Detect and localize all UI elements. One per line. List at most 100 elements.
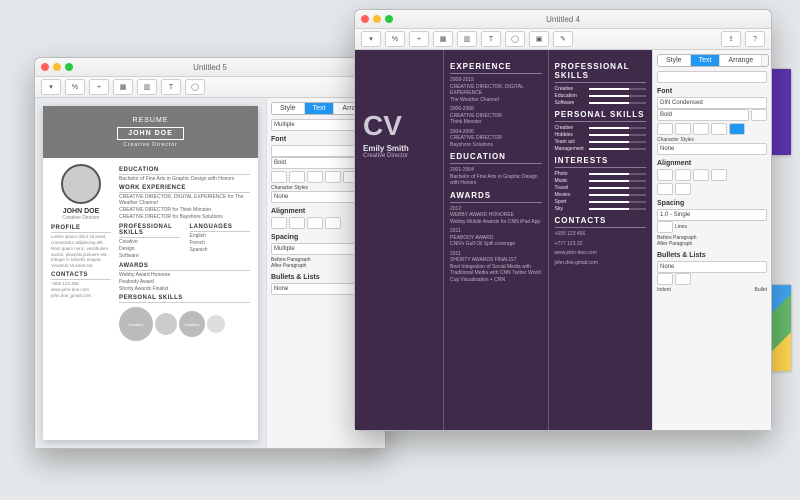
skill-bar xyxy=(589,148,647,150)
strike-button[interactable] xyxy=(711,123,727,135)
text-button[interactable]: T xyxy=(161,79,181,95)
languages-heading: LANGUAGES xyxy=(190,224,251,232)
exp-dates: 2006-2008 xyxy=(450,106,474,112)
skill-bar xyxy=(589,88,647,90)
interest-name: Travel xyxy=(555,185,585,191)
media-button[interactable]: ▣ xyxy=(529,31,549,47)
education-heading: EDUCATION xyxy=(119,167,250,175)
window-title: Untitled 4 xyxy=(546,15,580,24)
skill-bar xyxy=(589,187,647,189)
italic-button[interactable] xyxy=(289,171,305,183)
insert-button[interactable]: + xyxy=(89,79,109,95)
bold-button[interactable] xyxy=(271,171,287,183)
exp-where: Think Monster xyxy=(450,119,482,125)
view-button[interactable]: ▾ xyxy=(361,31,381,47)
award-title: PEABODY AWARD xyxy=(450,235,493,241)
text-color-swatch[interactable] xyxy=(729,123,745,135)
close-icon[interactable] xyxy=(41,63,49,71)
underline-button[interactable] xyxy=(693,123,709,135)
award-title: SHORTY AWARDS FINALIST xyxy=(450,257,517,263)
bold-button[interactable] xyxy=(657,123,673,135)
shape-button[interactable]: ◯ xyxy=(505,31,525,47)
shape-button[interactable]: ◯ xyxy=(185,79,205,95)
award-year: 2012 xyxy=(450,206,461,212)
indent-button[interactable] xyxy=(675,183,691,195)
bullet-stepper[interactable] xyxy=(675,273,691,285)
tab-text[interactable]: Text xyxy=(305,103,335,114)
chart-button[interactable]: ▥ xyxy=(137,79,157,95)
pers-skills-heading: PERSONAL SKILLS xyxy=(555,110,647,119)
skill-bar xyxy=(589,134,647,136)
pages-window-cv: Untitled 4 ▾ % + ▦ ▥ T ◯ ▣ ✎ ⇪ ? CV Emil… xyxy=(354,9,772,431)
cv-page: CV Emily Smith Creative Director EXPERIE… xyxy=(355,50,652,430)
line-spacing-select[interactable]: 1.0 - Single xyxy=(657,209,767,221)
align-right-button[interactable] xyxy=(693,169,709,181)
chart-button[interactable]: ▥ xyxy=(457,31,477,47)
outdent-button[interactable] xyxy=(657,183,673,195)
zoom-button[interactable]: % xyxy=(65,79,85,95)
insert-button[interactable]: + xyxy=(409,31,429,47)
spacing-stepper[interactable] xyxy=(657,221,673,233)
share-button[interactable]: ⇪ xyxy=(721,31,741,47)
close-icon[interactable] xyxy=(361,15,369,23)
skill-name: Team act xyxy=(555,139,585,145)
font-family-select[interactable]: DIN Condensed xyxy=(657,97,767,109)
font-size-stepper[interactable] xyxy=(751,109,767,121)
exp-dates: 2008-2015 xyxy=(450,77,474,83)
tab-style[interactable]: Style xyxy=(658,55,691,66)
table-button[interactable]: ▦ xyxy=(433,31,453,47)
char-styles-select[interactable]: None xyxy=(657,143,767,155)
avatar xyxy=(61,164,101,204)
comment-button[interactable]: ✎ xyxy=(553,31,573,47)
indent-stepper[interactable] xyxy=(657,273,673,285)
minimize-icon[interactable] xyxy=(373,15,381,23)
banner-label: RESUME xyxy=(133,117,169,124)
document-canvas[interactable]: CV Emily Smith Creative Director EXPERIE… xyxy=(355,50,652,430)
zoom-icon[interactable] xyxy=(65,63,73,71)
skill-bar xyxy=(589,141,647,143)
minimize-icon[interactable] xyxy=(53,63,61,71)
strike-button[interactable] xyxy=(325,171,341,183)
font-weight-select[interactable]: Bold xyxy=(271,157,363,169)
contacts-heading: CONTACTS xyxy=(51,272,111,280)
paragraph-style[interactable] xyxy=(657,71,767,83)
align-right-button[interactable] xyxy=(307,217,323,229)
skill-name: Hobbies xyxy=(555,132,585,138)
skill-item: Software xyxy=(119,253,180,259)
document-canvas[interactable]: RESUME JOHN DOE Creative Director JOHN D… xyxy=(35,98,266,448)
titlebar[interactable]: Untitled 4 xyxy=(355,10,771,29)
align-center-button[interactable] xyxy=(675,169,691,181)
exp-title: CREATIVE DIRECTOR xyxy=(450,113,502,119)
zoom-button[interactable]: % xyxy=(385,31,405,47)
lang-item: Spanish xyxy=(190,247,251,253)
titlebar[interactable]: Untitled 5 xyxy=(35,58,385,77)
awards-heading: AWARDS xyxy=(119,263,250,271)
contact-line: +555 123 456 xyxy=(555,231,647,238)
bullets-heading: Bullets & Lists xyxy=(657,252,767,259)
view-button[interactable]: ▾ xyxy=(41,79,61,95)
interest-name: Sky xyxy=(555,206,585,212)
table-button[interactable]: ▦ xyxy=(113,79,133,95)
text-button[interactable]: T xyxy=(481,31,501,47)
underline-button[interactable] xyxy=(307,171,323,183)
tips-button[interactable]: ? xyxy=(745,31,765,47)
award-desc: Webby Mobile Awards for CNN iPad App xyxy=(450,219,540,225)
zoom-icon[interactable] xyxy=(385,15,393,23)
align-center-button[interactable] xyxy=(289,217,305,229)
tab-text[interactable]: Text xyxy=(691,55,721,66)
align-justify-button[interactable] xyxy=(711,169,727,181)
italic-button[interactable] xyxy=(675,123,691,135)
toolbar: ▾ % + ▦ ▥ T ◯ ▣ ✎ ⇪ ? xyxy=(355,29,771,50)
align-left-button[interactable] xyxy=(271,217,287,229)
align-justify-button[interactable] xyxy=(325,217,341,229)
skill-bar xyxy=(589,173,647,175)
award-item: Shorty Awards Finalist xyxy=(119,286,250,292)
align-left-button[interactable] xyxy=(657,169,673,181)
tab-style[interactable]: Style xyxy=(272,103,305,114)
font-weight-select[interactable]: Bold xyxy=(657,109,749,121)
award-desc: CNN's Gulf Oil Spill coverage xyxy=(450,241,515,247)
tab-arrange[interactable]: Arrange xyxy=(720,55,762,66)
pro-skills-heading: PROFESSIONAL SKILLS xyxy=(555,62,647,80)
bullets-select[interactable]: None xyxy=(657,261,767,273)
after-para-label: After Paragraph xyxy=(657,241,767,247)
